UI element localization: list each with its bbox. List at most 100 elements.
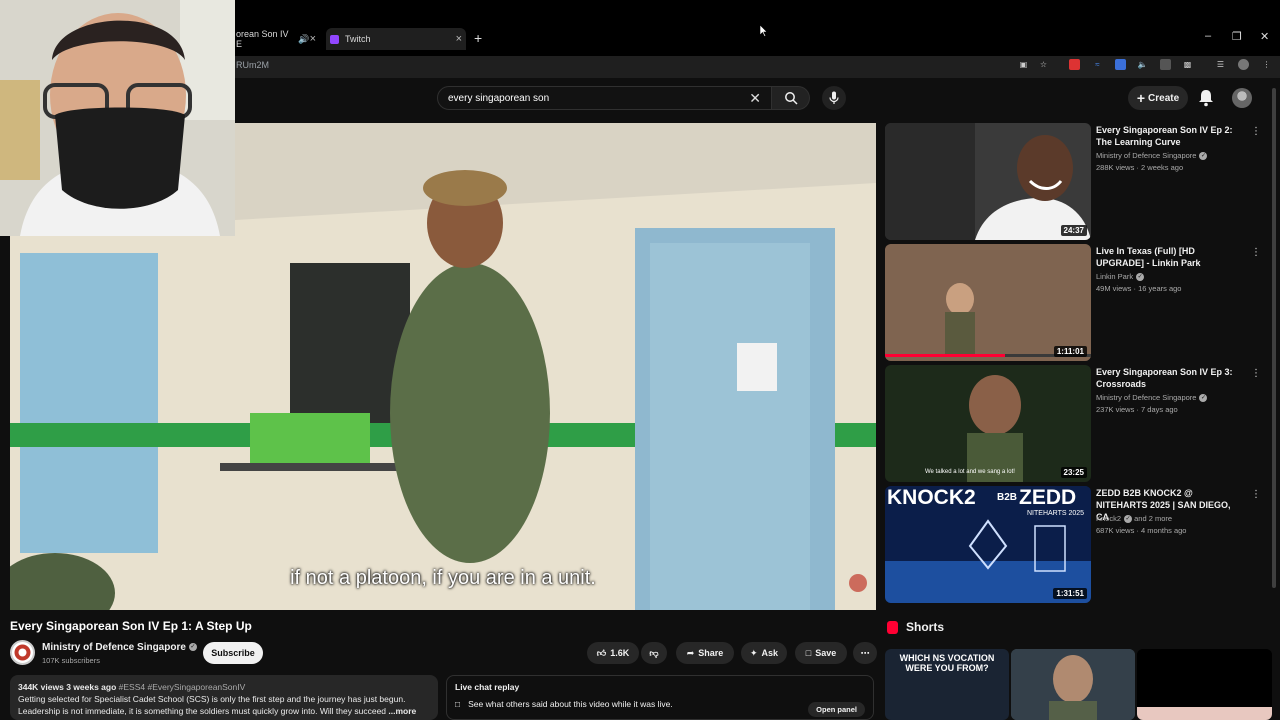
- extension-audio-icon[interactable]: ≈: [1092, 59, 1103, 70]
- subscriber-count: 107K subscribers: [42, 656, 100, 665]
- channel-name-text: Ministry of Defence Singapore: [42, 642, 186, 653]
- rec-thumbnail[interactable]: We talked a lot and we sang a lot! 23:25: [885, 365, 1091, 482]
- rec-meta: 687K views · 4 months ago: [1096, 526, 1187, 535]
- rec-title[interactable]: Every Singaporean Son IV Ep 2: The Learn…: [1096, 124, 1242, 148]
- thumbs-up-icon: 👍︎: [596, 647, 607, 658]
- tab-youtube[interactable]: orean Son IV E 🔊 ×: [236, 28, 316, 50]
- share-button[interactable]: ➦ Share: [676, 642, 734, 664]
- thumbnail-subtitle: We talked a lot and we sang a lot!: [925, 469, 1015, 475]
- description-box[interactable]: 344K views 3 weeks ago #ESS4 #EverySinga…: [10, 675, 438, 720]
- duration-badge: 23:25: [1060, 467, 1087, 478]
- install-icon[interactable]: ▣: [1018, 59, 1029, 70]
- rec-channel-suffix: and 2 more: [1134, 514, 1173, 523]
- thumbnail-image: [885, 244, 1091, 361]
- thumbs-down-icon: 👎︎: [649, 647, 659, 658]
- rec-channel[interactable]: Linkin Park ✓: [1096, 272, 1145, 282]
- browser-profile-icon[interactable]: [1238, 59, 1249, 70]
- minimize-icon[interactable]: –: [1205, 30, 1211, 42]
- extension-icon[interactable]: [1160, 59, 1171, 70]
- rec-meta: 49M views · 16 years ago: [1096, 284, 1182, 293]
- create-button[interactable]: + Create: [1128, 86, 1188, 110]
- browser-menu-icon[interactable]: ⋮: [1261, 59, 1272, 70]
- ask-button[interactable]: ✦ Ask: [741, 642, 787, 664]
- more-vertical-icon[interactable]: ⋮: [1251, 489, 1261, 500]
- tab-twitch[interactable]: Twitch ×: [326, 28, 466, 50]
- avatar[interactable]: [1232, 88, 1252, 108]
- short-title: WHICH NS VOCATION WERE YOU FROM?: [899, 653, 995, 673]
- share-icon: ➦: [686, 647, 695, 658]
- more-vertical-icon[interactable]: ⋮: [1251, 368, 1261, 379]
- extensions-puzzle-icon[interactable]: ▩: [1182, 59, 1193, 70]
- like-button[interactable]: 👍︎ 1.6K: [587, 642, 639, 664]
- ask-label: Ask: [761, 648, 779, 658]
- rec-meta: 288K views · 2 weeks ago: [1096, 163, 1184, 172]
- rec-title[interactable]: Every Singaporean Son IV Ep 3: Crossroad…: [1096, 366, 1242, 390]
- live-chat-replay-panel: Live chat replay □ See what others said …: [446, 675, 874, 720]
- thumbnail-image: [885, 365, 1091, 482]
- rec-channel[interactable]: Ministry of Defence Singapore ✓: [1096, 393, 1208, 403]
- tab-search-icon[interactable]: ☰: [1215, 59, 1226, 70]
- more-actions-button[interactable]: ⋯: [853, 642, 877, 664]
- webcam-overlay: [0, 0, 235, 236]
- show-more-link[interactable]: ...more: [388, 706, 416, 716]
- shorts-heading-text: Shorts: [906, 620, 945, 634]
- subscribe-button[interactable]: Subscribe: [203, 642, 263, 664]
- new-tab-button[interactable]: +: [474, 30, 482, 46]
- tab-label: orean Son IV E: [236, 29, 289, 49]
- rec-channel[interactable]: Knock2 ✓ and 2 more: [1096, 514, 1173, 524]
- close-tab-icon[interactable]: ×: [310, 33, 316, 45]
- close-window-icon[interactable]: ✕: [1260, 30, 1269, 43]
- webcam-person: [0, 0, 235, 236]
- verified-icon: ✓: [1199, 394, 1208, 403]
- view-stats: 344K views 3 weeks ago: [18, 682, 117, 692]
- search-button[interactable]: [772, 86, 810, 110]
- voice-search-button[interactable]: [822, 86, 846, 110]
- duration-badge: 1:11:01: [1053, 346, 1087, 357]
- verified-icon: ✓: [188, 643, 197, 652]
- live-chat-text: See what others said about this video wh…: [468, 699, 673, 709]
- restore-icon[interactable]: ❐: [1232, 30, 1242, 43]
- rec-thumbnail[interactable]: 24:37: [885, 123, 1091, 240]
- extension-volume-icon[interactable]: 🔈: [1137, 59, 1148, 70]
- extension-icon[interactable]: [1115, 59, 1126, 70]
- description-line-1: Getting selected for Specialist Cadet Sc…: [18, 694, 406, 704]
- open-panel-button[interactable]: Open panel: [808, 702, 865, 717]
- notifications-bell-icon[interactable]: [1197, 88, 1215, 108]
- mindef-crest-icon: [14, 644, 31, 661]
- duration-badge: 1:31:51: [1053, 588, 1087, 599]
- rec-channel-text: Ministry of Defence Singapore: [1096, 151, 1197, 160]
- url-text[interactable]: RUm2M: [236, 60, 269, 70]
- verified-icon: ✓: [1124, 515, 1133, 524]
- create-label: Create: [1148, 92, 1180, 104]
- rec-channel[interactable]: Ministry of Defence Singapore ✓: [1096, 151, 1208, 161]
- clear-search-icon[interactable]: ✕: [749, 90, 761, 107]
- channel-avatar[interactable]: [10, 640, 35, 665]
- more-vertical-icon[interactable]: ⋮: [1251, 126, 1261, 137]
- bookmark-star-icon[interactable]: ☆: [1038, 59, 1049, 70]
- rec-thumbnail[interactable]: KNOCK2 B2B ZEDD NITEHARTS 2025 1:31:51: [885, 486, 1091, 603]
- rec-title[interactable]: Live In Texas (Full) [HD UPGRADE] - Link…: [1096, 245, 1242, 269]
- rec-thumbnail[interactable]: 1:11:01: [885, 244, 1091, 361]
- verified-icon: ✓: [1136, 273, 1145, 282]
- page-scrollbar[interactable]: [1272, 88, 1276, 588]
- save-button[interactable]: □ Save: [795, 642, 847, 664]
- channel-name[interactable]: Ministry of Defence Singapore ✓: [42, 642, 197, 653]
- dislike-button[interactable]: 👎︎: [641, 642, 667, 664]
- thumbnail-text-zedd: ZEDD: [1019, 486, 1077, 509]
- microphone-icon: [829, 91, 839, 104]
- video-title: Every Singaporean Son IV Ep 1: A Step Up: [10, 619, 252, 633]
- short-thumbnail[interactable]: [1137, 649, 1272, 720]
- extension-gmail-icon[interactable]: [1069, 59, 1080, 70]
- hashtags[interactable]: #ESS4 #EverySingaporeanSonIV: [119, 682, 246, 692]
- like-count: 1.6K: [610, 648, 630, 658]
- short-thumbnail[interactable]: WHICH NS VOCATION WERE YOU FROM?: [885, 649, 1009, 720]
- search-input[interactable]: every singaporean son ✕: [437, 86, 772, 110]
- more-vertical-icon[interactable]: ⋮: [1251, 247, 1261, 258]
- shorts-heading: Shorts: [887, 620, 944, 634]
- thumbnail-text-knock2: KNOCK2: [887, 486, 976, 509]
- short-image: [1137, 649, 1272, 720]
- close-tab-icon[interactable]: ×: [456, 33, 462, 45]
- short-thumbnail[interactable]: [1011, 649, 1135, 720]
- video-caption: if not a platoon, if you are in a unit.: [290, 567, 596, 589]
- share-label: Share: [698, 648, 724, 658]
